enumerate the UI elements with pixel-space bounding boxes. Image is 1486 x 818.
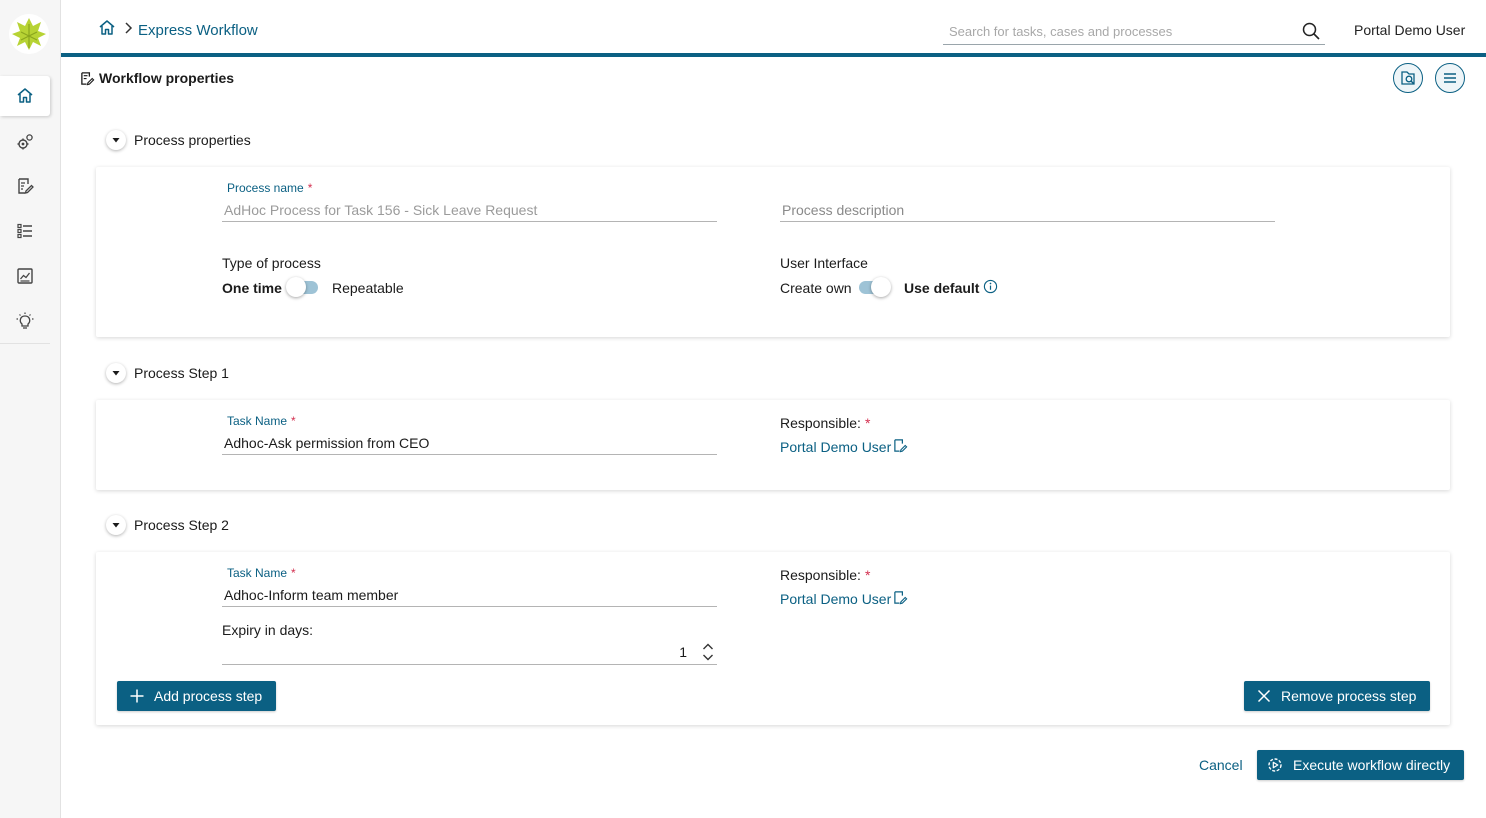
search-box (943, 18, 1325, 45)
process-name-label-text: Process name (227, 181, 304, 195)
required-mark: * (307, 181, 313, 195)
caret-down-icon[interactable] (106, 130, 126, 150)
edit-responsible-icon[interactable] (893, 590, 908, 605)
home-icon (17, 88, 33, 103)
required-mark: * (291, 414, 296, 428)
responsible-label-text: Responsible: (780, 415, 861, 431)
required-mark: * (864, 567, 871, 583)
section-title: Process properties (134, 132, 251, 148)
task-edit-icon (18, 178, 34, 194)
sidebar-item-ideas[interactable] (0, 301, 50, 341)
gear-play-icon (1268, 758, 1282, 772)
process-step-2-card: Task Name* Expiry in days: 1 Responsible… (96, 552, 1450, 725)
expiry-days-label: Expiry in days: (222, 622, 314, 638)
user-interface-label: User Interface (780, 255, 868, 271)
sidebar-item-cases[interactable] (0, 211, 50, 251)
sidebar-divider (0, 343, 50, 344)
section-header-process-step-2[interactable]: Process Step 2 (106, 515, 229, 535)
section-header-process-properties[interactable]: Process properties (106, 130, 251, 150)
list-icon (17, 223, 32, 239)
task-name-label: Task Name * (227, 566, 296, 580)
breadcrumb-chevron-right-icon (123, 21, 133, 35)
section-title: Process Step 2 (134, 517, 229, 533)
dashboard-chart-icon (17, 268, 33, 284)
ui-create-own-label[interactable]: Create own (780, 280, 852, 296)
remove-process-step-label: Remove process step (1281, 688, 1417, 704)
responsible-user-link[interactable]: Portal Demo User (780, 439, 891, 455)
page-title: Workflow properties (99, 70, 235, 86)
execute-workflow-button[interactable]: Execute workflow directly (1257, 750, 1465, 780)
section-title: Process Step 1 (134, 365, 229, 381)
task-name-field[interactable] (222, 583, 717, 607)
sidebar-item-tasks[interactable] (0, 166, 50, 206)
user-menu[interactable]: Portal Demo User (1354, 22, 1465, 38)
expiry-days-stepper[interactable]: 1 (222, 641, 717, 665)
responsible-user-link[interactable]: Portal Demo User (780, 591, 891, 607)
process-properties-card: Process name* Type of process One time R… (96, 167, 1450, 337)
close-icon (1257, 689, 1271, 703)
task-name-label: Task Name * (227, 414, 296, 428)
info-icon[interactable] (983, 279, 998, 294)
type-of-process-toggle[interactable] (286, 277, 320, 297)
caret-down-icon[interactable] (106, 363, 126, 383)
sidebar (0, 0, 61, 818)
add-process-step-label: Add process step (154, 688, 263, 704)
task-name-label-text: Task Name (227, 414, 288, 428)
stepper-arrows-icon[interactable] (701, 641, 715, 663)
section-header-process-step-1[interactable]: Process Step 1 (106, 363, 229, 383)
cancel-button[interactable]: Cancel (1199, 757, 1243, 773)
type-repeatable-label[interactable]: Repeatable (332, 280, 404, 296)
edit-responsible-icon[interactable] (893, 438, 908, 453)
required-mark: * (291, 566, 296, 580)
breadcrumb-home-icon[interactable] (97, 18, 117, 38)
workflow-edit-icon (80, 71, 95, 86)
breadcrumb-current[interactable]: Express Workflow (138, 22, 258, 39)
responsible-label: Responsible: * (780, 415, 870, 431)
ivy-leaf-logo-icon[interactable] (8, 12, 50, 56)
search-input[interactable] (943, 18, 1293, 44)
search-document-button[interactable] (1393, 63, 1423, 93)
required-mark: * (864, 415, 871, 431)
process-step-1-card: Task Name* Responsible:* Portal Demo Use… (96, 400, 1450, 490)
sidebar-item-statistics[interactable] (0, 256, 50, 296)
sidebar-item-home[interactable] (0, 76, 50, 116)
execute-workflow-label: Execute workflow directly (1293, 757, 1451, 773)
lightbulb-icon (16, 312, 34, 329)
header-accent-bar (61, 53, 1486, 57)
user-interface-toggle[interactable] (857, 277, 891, 297)
type-of-process-label: Type of process (222, 255, 321, 271)
plus-icon (130, 689, 144, 703)
task-name-label-text: Task Name (227, 566, 288, 580)
menu-icon (1444, 73, 1456, 83)
search-icon[interactable] (1301, 21, 1321, 41)
task-name-field[interactable] (222, 431, 717, 455)
type-one-time-label[interactable]: One time (222, 280, 282, 296)
responsible-label: Responsible: * (780, 567, 870, 583)
process-description-field[interactable] (780, 198, 1275, 222)
add-process-step-button[interactable]: Add process step (117, 681, 277, 711)
responsible-label-text: Responsible: (780, 567, 861, 583)
caret-down-icon[interactable] (106, 515, 126, 535)
ui-use-default-label[interactable]: Use default (904, 280, 979, 296)
gears-icon (17, 134, 33, 150)
remove-process-step-button[interactable]: Remove process step (1244, 681, 1431, 711)
process-name-field[interactable] (222, 198, 717, 222)
process-name-label: Process name * (227, 181, 312, 195)
expiry-days-value[interactable]: 1 (679, 644, 687, 660)
sidebar-item-processes[interactable] (0, 122, 50, 162)
menu-button[interactable] (1435, 63, 1465, 93)
search-doc-icon (1401, 71, 1415, 85)
